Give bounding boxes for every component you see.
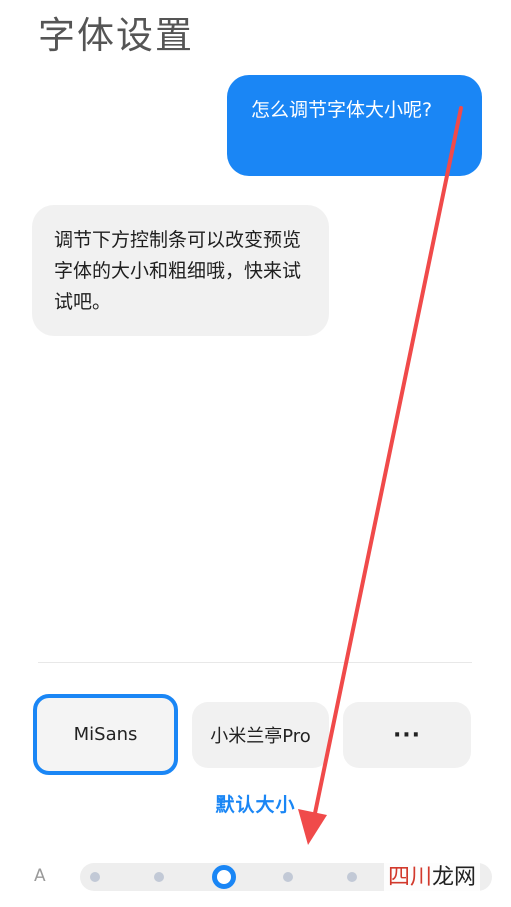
default-size-button[interactable]: 默认大小 (0, 790, 511, 817)
user-message-bubble: 怎么调节字体大小呢? (227, 75, 482, 176)
slider-thumb[interactable] (212, 865, 236, 889)
slider-step-dot[interactable] (347, 872, 357, 882)
watermark-prefix: 四川 (388, 865, 433, 890)
page-title: 字体设置 (38, 14, 194, 57)
watermark-suffix: 龙网 (432, 865, 477, 890)
watermark: 四川龙网 (384, 859, 481, 891)
font-size-small-label: A (34, 866, 46, 886)
slider-step-dot[interactable] (154, 872, 164, 882)
divider (38, 662, 472, 663)
bot-message-bubble: 调节下方控制条可以改变预览字体的大小和粗细哦，快来试试吧。 (32, 205, 329, 336)
more-fonts-button[interactable]: ··· (343, 702, 471, 768)
slider-step-dot[interactable] (283, 872, 293, 882)
font-option-xiaomi-lanting-pro[interactable]: 小米兰亭Pro (192, 702, 329, 768)
slider-step-dot[interactable] (90, 872, 100, 882)
font-option-misans[interactable]: MiSans (33, 694, 178, 775)
